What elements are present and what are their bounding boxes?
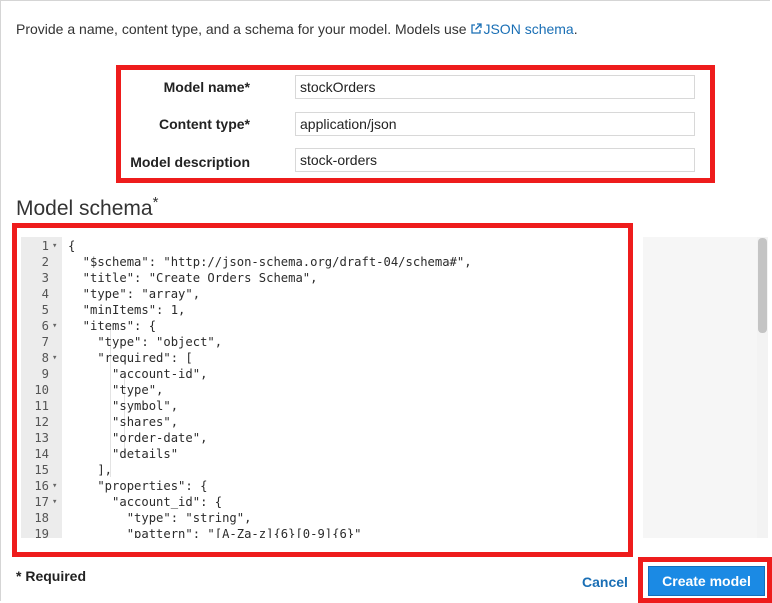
- create-model-button[interactable]: Create model: [648, 566, 765, 596]
- model-name-label: Model name*: [163, 79, 250, 95]
- content-type-label: Content type*: [159, 116, 250, 132]
- model-description-label: Model description: [130, 154, 250, 170]
- json-schema-link[interactable]: JSON schema: [470, 21, 574, 37]
- model-schema-title-text: Model schema: [16, 197, 153, 220]
- required-note: * Required: [16, 568, 87, 584]
- schema-highlight-box: [12, 223, 633, 557]
- external-link-icon: [471, 23, 483, 34]
- content-type-input[interactable]: [295, 112, 695, 136]
- intro-suffix: .: [573, 21, 578, 37]
- model-name-row: Model name*: [123, 75, 699, 99]
- cancel-button[interactable]: Cancel: [582, 574, 628, 590]
- content-type-row: Content type*: [123, 112, 699, 136]
- model-schema-required-marker: *: [152, 194, 159, 211]
- model-schema-title: Model schema*: [16, 194, 158, 221]
- model-description-row: Model description: [123, 148, 699, 172]
- model-description-input[interactable]: [295, 148, 695, 172]
- editor-scrollbar-thumb[interactable]: [758, 238, 767, 333]
- intro-text: Provide a name, content type, and a sche…: [16, 21, 578, 37]
- json-schema-link-label: JSON schema: [483, 21, 574, 37]
- intro-text-body: Provide a name, content type, and a sche…: [16, 21, 471, 37]
- model-name-input[interactable]: [295, 75, 695, 99]
